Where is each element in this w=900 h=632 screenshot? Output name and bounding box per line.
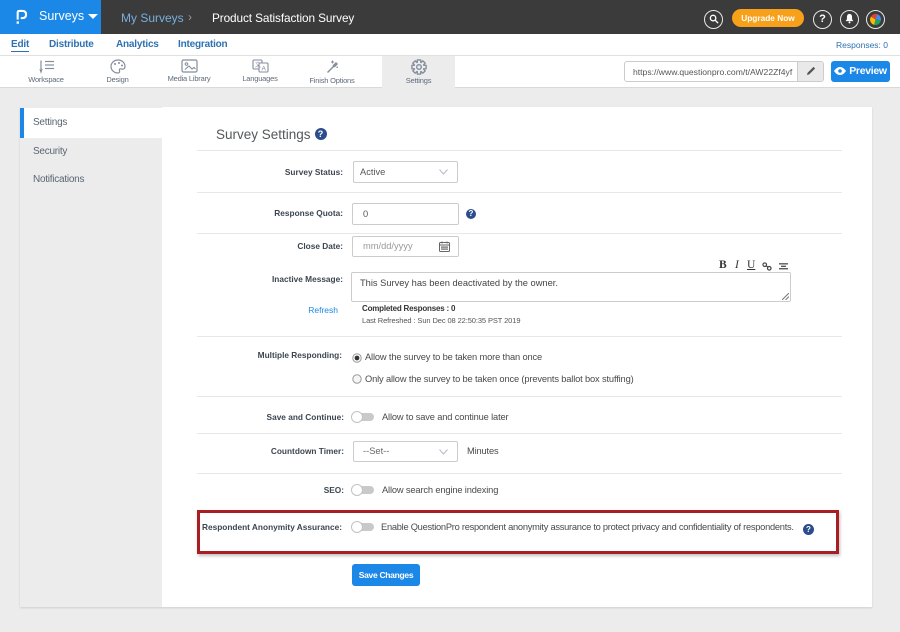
svg-text:A: A — [261, 66, 266, 73]
svg-text:文: 文 — [255, 61, 261, 69]
